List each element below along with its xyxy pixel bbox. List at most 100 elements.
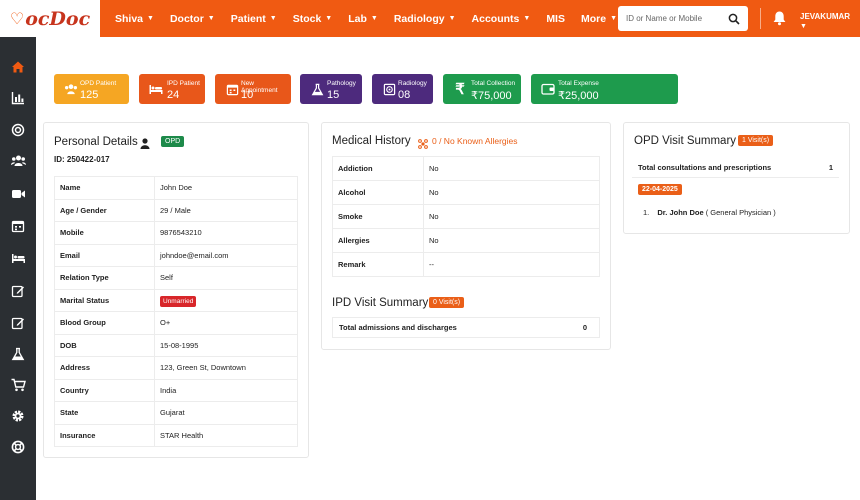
row-value: John Doe xyxy=(154,176,298,200)
allergy-icon xyxy=(418,136,428,154)
gear-icon[interactable] xyxy=(8,406,28,426)
opd-summary-row: Total consultations and prescriptions 1 xyxy=(632,157,839,178)
row-key: Remark xyxy=(332,252,424,277)
row-value: No xyxy=(423,156,600,181)
row-value: -- xyxy=(423,252,600,277)
main-nav: Shiva ▼ Doctor ▼ Patient ▼ Stock ▼ Lab ▼ Radi… xyxy=(107,0,625,37)
table-row: Smoke No xyxy=(332,204,600,229)
nav-item-radiology[interactable]: Radiology ▼ xyxy=(386,0,464,37)
stat-tile-opd[interactable]: OPD Patient 125 xyxy=(54,74,129,104)
row-value: STAR Health xyxy=(154,423,298,447)
stat-tile-expense[interactable]: Total Expense ₹25,000 xyxy=(531,74,678,104)
ipd-summary-label: Total admissions and discharges xyxy=(339,323,457,332)
opd-summary-label: Total consultations and prescriptions xyxy=(638,162,772,172)
table-row: Allergies No xyxy=(332,228,600,253)
row-value: India xyxy=(154,378,298,402)
stat-label: OPD Patient xyxy=(80,80,117,87)
bar-chart-icon[interactable] xyxy=(8,88,28,108)
row-key: Marital Status xyxy=(54,288,155,312)
row-key: Blood Group xyxy=(54,311,155,335)
row-value: 29 / Male xyxy=(154,198,298,222)
edit-icon[interactable] xyxy=(8,281,28,301)
nav-item-shiva[interactable]: Shiva ▼ xyxy=(107,0,162,37)
row-key: Age / Gender xyxy=(54,198,155,222)
opd-visits-badge: 1 Visit(s) xyxy=(738,135,774,146)
stat-tile-appointment[interactable]: New Appointment 10 xyxy=(215,74,291,104)
bed-icon[interactable] xyxy=(8,248,28,268)
stat-label: IPD Patient xyxy=(167,80,200,87)
table-row: Alcohol No xyxy=(332,180,600,205)
flask-icon xyxy=(306,83,328,96)
table-row: Email johndoe@email.com xyxy=(54,243,298,267)
stat-label: Pathology xyxy=(327,80,356,87)
users-icon[interactable] xyxy=(8,151,28,171)
row-value: 123, Green St, Downtown xyxy=(154,356,298,380)
row-value: No xyxy=(423,180,600,205)
ipd-summary-row: Total admissions and discharges 0 xyxy=(332,317,600,338)
marital-status-badge: Unmarried xyxy=(160,295,197,307)
opd-summary-title: OPD Visit Summary xyxy=(634,135,737,147)
edit-alt-icon[interactable] xyxy=(8,313,28,333)
nav-item-mis[interactable]: MIS xyxy=(538,0,573,37)
medical-history-title: Medical History xyxy=(332,135,411,147)
rupee-icon: ₹ xyxy=(455,81,465,98)
stat-value: 10 xyxy=(241,89,254,101)
row-value: Unmarried xyxy=(154,288,298,312)
nav-item-lab[interactable]: Lab ▼ xyxy=(340,0,386,37)
calendar-icon[interactable] xyxy=(8,216,28,236)
cart-icon[interactable] xyxy=(8,375,28,395)
row-key: Relation Type xyxy=(54,266,155,290)
row-key: Country xyxy=(54,378,155,402)
bell-icon[interactable] xyxy=(772,10,787,31)
stat-tile-collection[interactable]: ₹ Total Collection ₹75,000 xyxy=(443,74,521,104)
table-row: State Gujarat xyxy=(54,401,298,425)
search-input[interactable] xyxy=(626,14,726,23)
home-icon[interactable] xyxy=(8,57,28,77)
medical-history-table: Addiction No Alcohol No Smoke No Allergies N… xyxy=(332,156,600,277)
row-key: Insurance xyxy=(54,423,155,447)
stat-tile-radiology[interactable]: Radiology 08 xyxy=(372,74,433,104)
radiology-icon xyxy=(378,83,400,96)
visit-date-badge[interactable]: 22-04-2025 xyxy=(638,184,682,195)
stat-label: Total Collection xyxy=(471,80,516,87)
visit-doctor-role: ( General Physician ) xyxy=(705,208,776,217)
visit-entry-number: 1. xyxy=(643,208,650,217)
row-value: johndoe@email.com xyxy=(154,243,298,267)
table-row: Remark -- xyxy=(332,252,600,277)
search-icon[interactable] xyxy=(728,12,740,30)
target-icon[interactable] xyxy=(8,120,28,140)
nav-item-accounts[interactable]: Accounts ▼ xyxy=(464,0,539,37)
allergy-status: 0 / No Known Allergies xyxy=(432,136,518,146)
nav-divider xyxy=(760,8,761,29)
table-row: Relation Type Self xyxy=(54,266,298,290)
bed-icon xyxy=(145,83,167,95)
stat-tile-pathology[interactable]: Pathology 15 xyxy=(300,74,362,104)
flask-icon[interactable] xyxy=(8,344,28,364)
lifebuoy-icon[interactable] xyxy=(8,437,28,457)
user-menu[interactable]: JEVAKUMAR ▼ xyxy=(800,12,860,30)
row-value: 9876543210 xyxy=(154,221,298,245)
row-value: No xyxy=(423,204,600,229)
stat-value: 125 xyxy=(80,89,99,101)
personal-details-table: Name John Doe Age / Gender 29 / Male Mobil… xyxy=(54,176,298,447)
brand-logo[interactable]: ♡ ocDoc xyxy=(0,0,100,37)
row-value: 15-08-1995 xyxy=(154,333,298,357)
stat-tile-ipd[interactable]: IPD Patient 24 xyxy=(139,74,205,104)
row-key: Allergies xyxy=(332,228,424,253)
row-key: Address xyxy=(54,356,155,380)
nav-item-patient[interactable]: Patient ▼ xyxy=(223,0,285,37)
stat-value: 08 xyxy=(398,89,411,101)
row-key: DOB xyxy=(54,333,155,357)
wallet-icon xyxy=(537,83,559,95)
visit-entry[interactable]: 1. Dr. John Doe ( General Physician ) xyxy=(643,208,776,217)
top-navbar: ♡ ocDoc Shiva ▼ Doctor ▼ Patient ▼ Stock ▼ La… xyxy=(0,0,860,37)
ipd-summary-title: IPD Visit Summary xyxy=(332,297,429,309)
stat-value: ₹25,000 xyxy=(558,90,599,102)
video-icon[interactable] xyxy=(8,184,28,204)
table-row: DOB 15-08-1995 xyxy=(54,333,298,357)
row-value: O+ xyxy=(154,311,298,335)
table-row: Mobile 9876543210 xyxy=(54,221,298,245)
nav-item-doctor[interactable]: Doctor ▼ xyxy=(162,0,223,37)
nav-item-stock[interactable]: Stock ▼ xyxy=(285,0,341,37)
row-key: Email xyxy=(54,243,155,267)
